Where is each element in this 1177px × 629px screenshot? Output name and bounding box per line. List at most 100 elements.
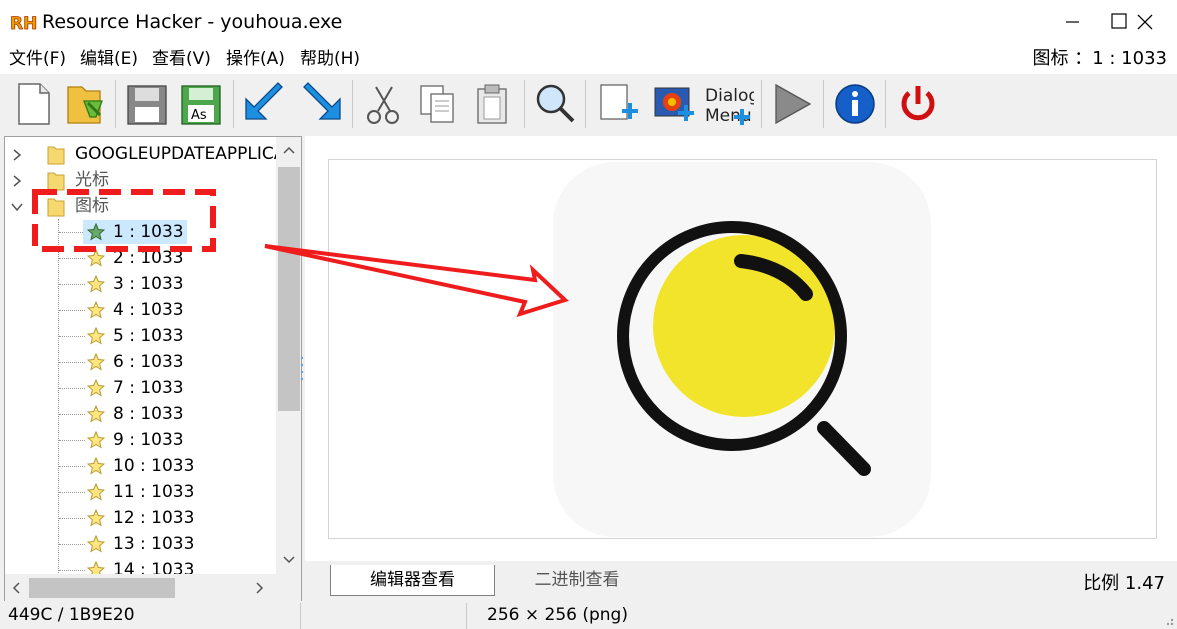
- tree-item-icon-resource[interactable]: 12 : 1033: [5, 505, 275, 531]
- tree-item-icon-resource[interactable]: 2 : 1033: [5, 245, 275, 271]
- save-disk-icon: [127, 85, 167, 125]
- folder-icon: [47, 172, 65, 191]
- status-image-info: 256 × 256 (png): [487, 605, 628, 625]
- resource-path-label: 图标 ：1 : 1033: [1032, 48, 1168, 69]
- star-icon: [87, 223, 105, 241]
- about-button[interactable]: [830, 79, 880, 129]
- tree-item-icon-resource[interactable]: 9 : 1033: [5, 427, 275, 453]
- tree-item-icon-resource[interactable]: 3 : 1033: [5, 271, 275, 297]
- tree-item-label: 3 : 1033: [113, 274, 184, 294]
- svg-text:As: As: [191, 108, 207, 123]
- menu-file[interactable]: 文件(F): [9, 48, 66, 70]
- open-file-button[interactable]: [62, 79, 112, 129]
- tree-item-label: 10 : 1033: [113, 456, 195, 476]
- star-icon: [87, 457, 105, 475]
- save-as-icon: As: [181, 85, 221, 125]
- dialog-menu-icon: Dialog Menu: [705, 86, 759, 126]
- add-dialog-menu-button[interactable]: Dialog Menu: [704, 79, 759, 129]
- tree-item-icon-resource[interactable]: 4 : 1033: [5, 297, 275, 323]
- magnifier-icon: [536, 84, 575, 123]
- tab-editor-view[interactable]: 编辑器查看: [330, 565, 495, 596]
- chevron-right-icon[interactable]: [255, 581, 265, 595]
- add-image-resource-icon: [654, 87, 694, 121]
- tree-item-label: 4 : 1033: [113, 300, 184, 320]
- star-icon: [87, 431, 105, 449]
- save-as-button[interactable]: As: [176, 79, 226, 129]
- star-icon: [87, 535, 105, 553]
- tree-horizontal-scroll-thumb[interactable]: [29, 578, 175, 598]
- status-offset: 449C / 1B9E20: [8, 605, 135, 625]
- resource-preview-panel: [305, 136, 1177, 561]
- exit-button[interactable]: [893, 79, 943, 129]
- tree-item-label: 7 : 1033: [113, 378, 184, 398]
- preview-frame: [328, 159, 1157, 539]
- folder-icon: [47, 146, 65, 165]
- tree-item-label: 1 : 1033: [113, 222, 184, 242]
- menu-view[interactable]: 查看(V): [152, 48, 211, 70]
- cut-button[interactable]: [358, 79, 408, 129]
- close-icon: [1137, 14, 1153, 30]
- tree-folder-label: GOOGLEUPDATEAPPLICATION: [75, 144, 302, 164]
- folder-open-icon: [47, 198, 65, 217]
- tree-item-icon-resource[interactable]: 6 : 1033: [5, 349, 275, 375]
- tab-binary-view[interactable]: 二进制查看: [495, 565, 659, 595]
- paste-button[interactable]: [468, 79, 518, 129]
- window-title: Resource Hacker - youhoua.exe: [42, 11, 343, 33]
- star-icon: [87, 249, 105, 267]
- tree-item-label: 12 : 1033: [113, 508, 195, 528]
- menu-bar: 文件(F) 编辑(E) 查看(V) 操作(A) 帮助(H) 图标 ：1 : 10…: [0, 44, 1177, 74]
- tree-item-icon-resource[interactable]: 13 : 1033: [5, 531, 275, 557]
- tree-item-icon-resource[interactable]: 11 : 1033: [5, 479, 275, 505]
- chevron-right-icon: [13, 149, 22, 161]
- tree-item-icon-resource[interactable]: 5 : 1033: [5, 323, 275, 349]
- play-icon: [775, 83, 812, 125]
- save-button[interactable]: [122, 79, 172, 129]
- power-icon: [901, 86, 935, 121]
- star-icon: [87, 327, 105, 345]
- svg-text:RH: RH: [10, 14, 37, 34]
- close-button[interactable]: [1131, 0, 1177, 44]
- tree-item-label: 9 : 1033: [113, 430, 184, 450]
- add-image-resource-button[interactable]: [650, 79, 700, 129]
- resource-tree[interactable]: GOOGLEUPDATEAPPLICATION 光标 图标 1 : 1033 2 …: [4, 136, 302, 603]
- star-icon: [87, 353, 105, 371]
- view-tabs: 编辑器查看 二进制查看 比例 1.47: [305, 561, 1177, 601]
- tree-item-icon-resource[interactable]: 7 : 1033: [5, 375, 275, 401]
- tree-vertical-scroll-thumb[interactable]: [278, 167, 300, 411]
- arrow-down-right-icon: [303, 82, 341, 120]
- panel-splitter[interactable]: [300, 354, 304, 384]
- find-button[interactable]: [530, 79, 580, 129]
- minimize-button[interactable]: [1049, 0, 1095, 44]
- chevron-up-icon[interactable]: [282, 145, 296, 155]
- copy-icon: [420, 85, 454, 123]
- status-bar: 449C / 1B9E20 256 × 256 (png): [0, 601, 1177, 629]
- tree-item-label: 2 : 1033: [113, 248, 184, 268]
- resize-grip-icon[interactable]: [1161, 613, 1175, 627]
- menu-edit[interactable]: 编辑(E): [80, 48, 138, 70]
- compile-previous-button[interactable]: [240, 79, 290, 129]
- copy-button[interactable]: [413, 79, 463, 129]
- chevron-down-icon[interactable]: [282, 555, 296, 565]
- compile-next-button[interactable]: [296, 79, 346, 129]
- minimize-icon: [1066, 21, 1079, 23]
- tree-item-icon-resource[interactable]: 8 : 1033: [5, 401, 275, 427]
- star-icon: [87, 509, 105, 527]
- tree-item-icon-resource[interactable]: 10 : 1033: [5, 453, 275, 479]
- tree-folder-label: 图标: [75, 196, 109, 216]
- chevron-left-icon[interactable]: [11, 581, 21, 595]
- run-script-button[interactable]: [768, 79, 818, 129]
- tree-folder-label: 光标: [75, 170, 109, 190]
- menu-action[interactable]: 操作(A): [226, 48, 285, 70]
- tree-item-label: 11 : 1033: [113, 482, 195, 502]
- star-icon: [87, 483, 105, 501]
- star-icon: [87, 301, 105, 319]
- new-file-icon: [18, 83, 50, 125]
- new-file-button[interactable]: [8, 79, 58, 129]
- tree-item-label: 6 : 1033: [113, 352, 184, 372]
- clipboard-icon: [477, 84, 507, 124]
- menu-help[interactable]: 帮助(H): [300, 48, 360, 70]
- magnifier-app-icon-preview: [553, 162, 931, 537]
- tree-item-icon-resource[interactable]: 1 : 1033: [5, 219, 275, 245]
- add-blank-resource-button[interactable]: [594, 79, 644, 129]
- svg-text:Dialog: Dialog: [705, 86, 754, 106]
